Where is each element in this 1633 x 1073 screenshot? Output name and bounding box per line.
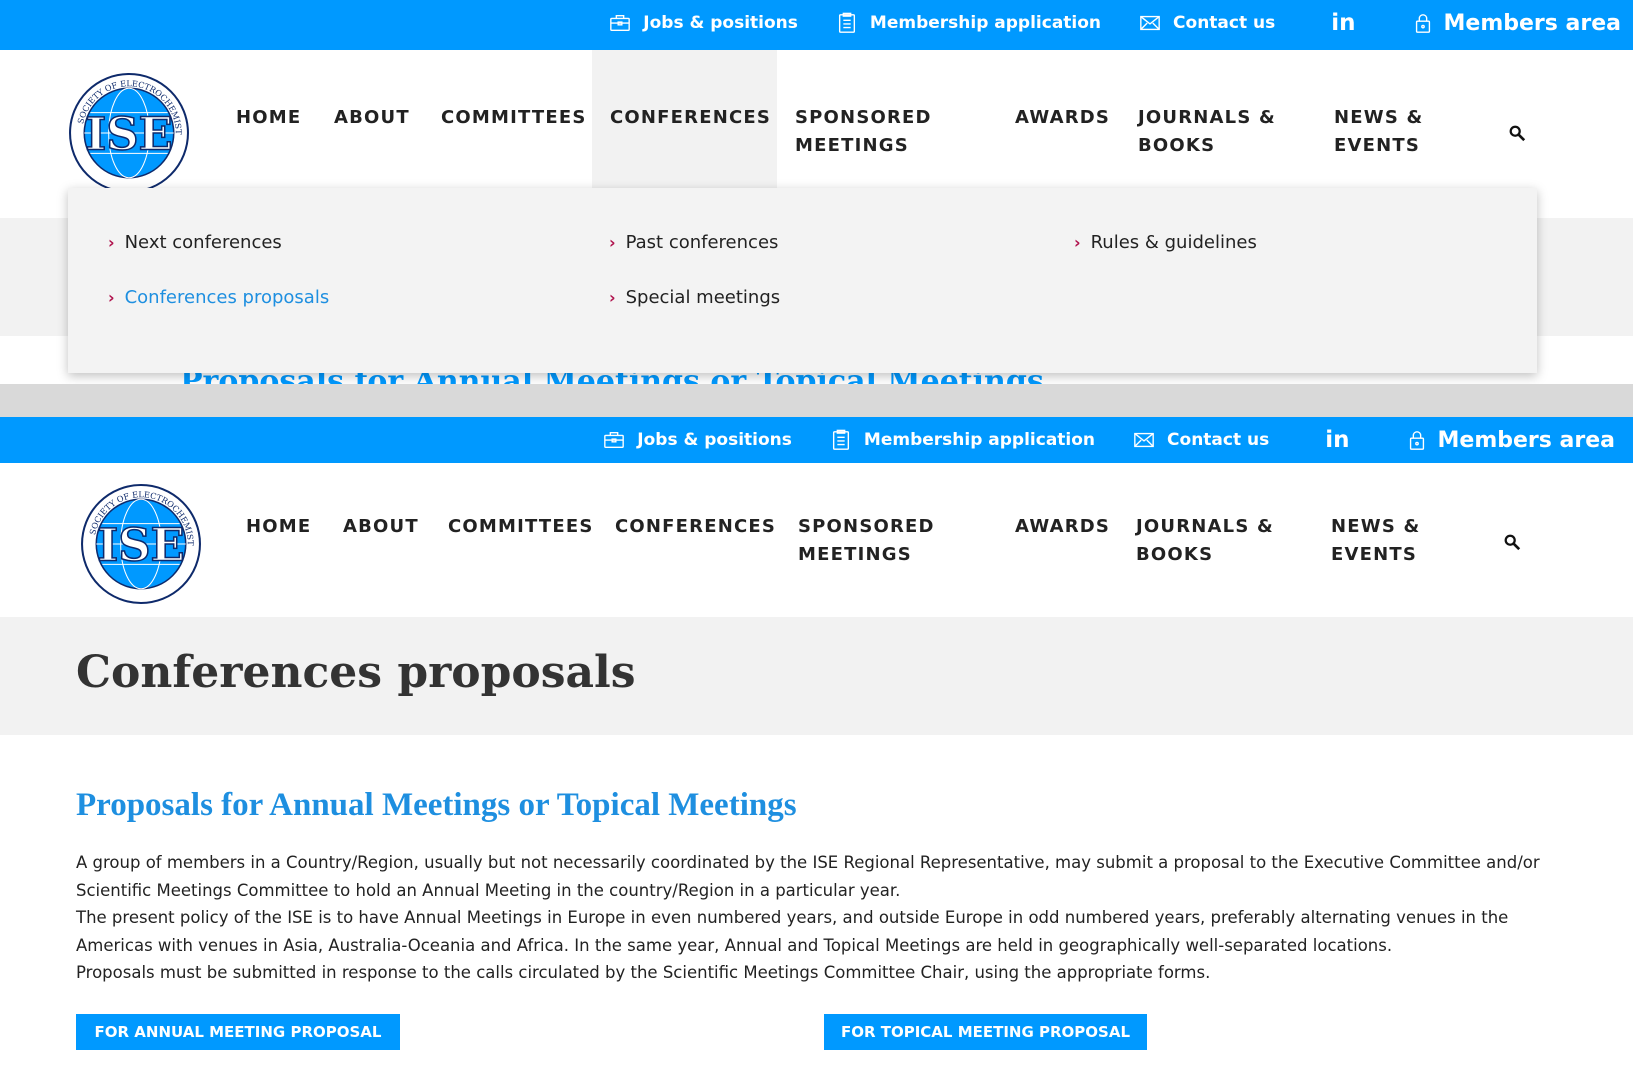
nav-conferences[interactable]: CONFERENCES: [610, 104, 771, 132]
ise-logo[interactable]: ISE SOCIETY OF ELECTROCHEMISTRY: [80, 483, 202, 605]
nav-news-line2: EVENTS: [1334, 135, 1421, 156]
chevron-right-icon: ›: [108, 288, 115, 307]
nav-about[interactable]: ABOUT: [343, 513, 419, 541]
membership-application-link[interactable]: Membership application: [836, 12, 1101, 34]
members-label: Members area: [1437, 427, 1615, 453]
members-area-link[interactable]: Members area: [1406, 428, 1615, 453]
ise-logo[interactable]: ISE SOCIETY OF ELECTROCHEMISTRY: [68, 72, 190, 194]
utility-bar: Jobs & positions Membership application …: [0, 417, 1633, 463]
nav-awards[interactable]: AWARDS: [1015, 513, 1110, 541]
nav-sponsored-line2: MEETINGS: [795, 135, 909, 156]
members-label: Members area: [1443, 10, 1621, 36]
annual-meeting-proposal-button[interactable]: FOR ANNUAL MEETING PROPOSAL: [76, 1014, 400, 1050]
nav-sponsored-line1: SPONSORED: [795, 107, 932, 128]
nav-committees[interactable]: COMMITTEES: [441, 104, 587, 132]
membership-label: Membership application: [863, 430, 1096, 450]
envelope-icon: [1134, 432, 1154, 448]
menu-special-meetings[interactable]: › Special meetings: [609, 287, 780, 308]
chevron-right-icon: ›: [609, 233, 616, 252]
page-title-band: Conferences proposals: [0, 617, 1633, 735]
chevron-right-icon: ›: [1074, 233, 1081, 252]
contact-label: Contact us: [1173, 13, 1276, 33]
members-area-link[interactable]: Members area: [1412, 11, 1621, 36]
menu-conferences-proposals[interactable]: › Conferences proposals: [108, 287, 329, 308]
partial-section-title: Proposals for Annual Meetings or Topical…: [180, 372, 1044, 384]
nav-sponsored-line2: MEETINGS: [798, 544, 912, 565]
clipboard-icon: [832, 429, 849, 450]
search-icon[interactable]: [1508, 124, 1526, 142]
menu-next-conferences[interactable]: › Next conferences: [108, 232, 282, 253]
linkedin-link[interactable]: in: [1331, 10, 1355, 36]
linkedin-icon: in: [1325, 427, 1350, 453]
nav-sponsored-meetings[interactable]: SPONSORED MEETINGS: [795, 104, 932, 160]
jobs-link[interactable]: Jobs & positions: [603, 429, 792, 451]
menu-special-meetings-label: Special meetings: [625, 287, 781, 308]
clipboard-icon: [838, 12, 855, 33]
linkedin-icon: in: [1331, 10, 1356, 36]
topical-meeting-proposal-button[interactable]: FOR TOPICAL MEETING PROPOSAL: [824, 1014, 1147, 1050]
briefcase-icon: [610, 14, 631, 32]
nav-news-line1: NEWS &: [1331, 516, 1421, 537]
page-title: Conferences proposals: [76, 647, 636, 698]
nav-committees[interactable]: COMMITTEES: [448, 513, 594, 541]
jobs-label: Jobs & positions: [637, 430, 792, 450]
chevron-right-icon: ›: [108, 233, 115, 252]
search-icon[interactable]: [1503, 533, 1521, 551]
membership-application-link[interactable]: Membership application: [830, 429, 1095, 451]
paragraph-2: The present policy of the ISE is to have…: [76, 908, 1509, 955]
nav-sponsored-meetings[interactable]: SPONSORED MEETINGS: [798, 513, 935, 569]
screenshot-top-dropdown: Jobs & positions Membership application …: [0, 0, 1633, 384]
nav-awards[interactable]: AWARDS: [1015, 104, 1110, 132]
menu-past-conferences-label: Past conferences: [625, 232, 779, 253]
nav-journals-line1: JOURNALS &: [1138, 107, 1276, 128]
jobs-label: Jobs & positions: [643, 13, 798, 33]
nav-news-line1: NEWS &: [1334, 107, 1424, 128]
paragraph-1: A group of members in a Country/Region, …: [76, 853, 1540, 900]
main-header: ISE SOCIETY OF ELECTROCHEMISTRY HOME ABO…: [0, 463, 1633, 617]
nav-journals-line1: JOURNALS &: [1136, 516, 1274, 537]
contact-label: Contact us: [1167, 430, 1270, 450]
envelope-icon: [1140, 15, 1160, 31]
section-title: Proposals for Annual Meetings or Topical…: [76, 787, 797, 823]
nav-about[interactable]: ABOUT: [334, 104, 410, 132]
menu-next-conferences-label: Next conferences: [124, 232, 282, 253]
nav-home[interactable]: HOME: [236, 104, 301, 132]
nav-home[interactable]: HOME: [246, 513, 311, 541]
chevron-right-icon: ›: [609, 288, 616, 307]
paragraph-3: Proposals must be submitted in response …: [76, 963, 1211, 982]
menu-past-conferences[interactable]: › Past conferences: [609, 232, 778, 253]
menu-rules-guidelines-label: Rules & guidelines: [1090, 232, 1257, 253]
nav-news-line2: EVENTS: [1331, 544, 1418, 565]
logo-text: ISE: [85, 107, 172, 160]
lock-icon: [1415, 14, 1430, 33]
conferences-dropdown-menu: › Next conferences › Past conferences › …: [68, 188, 1537, 373]
briefcase-icon: [604, 431, 625, 449]
screenshot-separator: [0, 384, 1633, 417]
contact-link[interactable]: Contact us: [1139, 12, 1275, 34]
logo-text: ISE: [97, 518, 184, 571]
linkedin-link[interactable]: in: [1325, 427, 1349, 453]
body-text: A group of members in a Country/Region, …: [76, 849, 1556, 987]
nav-journals-books[interactable]: JOURNALS & BOOKS: [1138, 104, 1276, 160]
menu-conferences-proposals-label: Conferences proposals: [124, 287, 330, 308]
lock-icon: [1409, 431, 1424, 450]
nav-conferences[interactable]: CONFERENCES: [615, 513, 776, 541]
nav-news-events[interactable]: NEWS & EVENTS: [1331, 513, 1420, 569]
jobs-link[interactable]: Jobs & positions: [609, 12, 798, 34]
contact-link[interactable]: Contact us: [1133, 429, 1269, 451]
nav-journals-books[interactable]: JOURNALS & BOOKS: [1136, 513, 1274, 569]
menu-rules-guidelines[interactable]: › Rules & guidelines: [1074, 232, 1257, 253]
nav-journals-line2: BOOKS: [1138, 135, 1216, 156]
nav-sponsored-line1: SPONSORED: [798, 516, 935, 537]
nav-journals-line2: BOOKS: [1136, 544, 1214, 565]
membership-label: Membership application: [869, 13, 1102, 33]
nav-news-events[interactable]: NEWS & EVENTS: [1334, 104, 1423, 160]
utility-bar: Jobs & positions Membership application …: [0, 0, 1633, 50]
screenshot-bottom-page: Jobs & positions Membership application …: [0, 417, 1633, 1073]
